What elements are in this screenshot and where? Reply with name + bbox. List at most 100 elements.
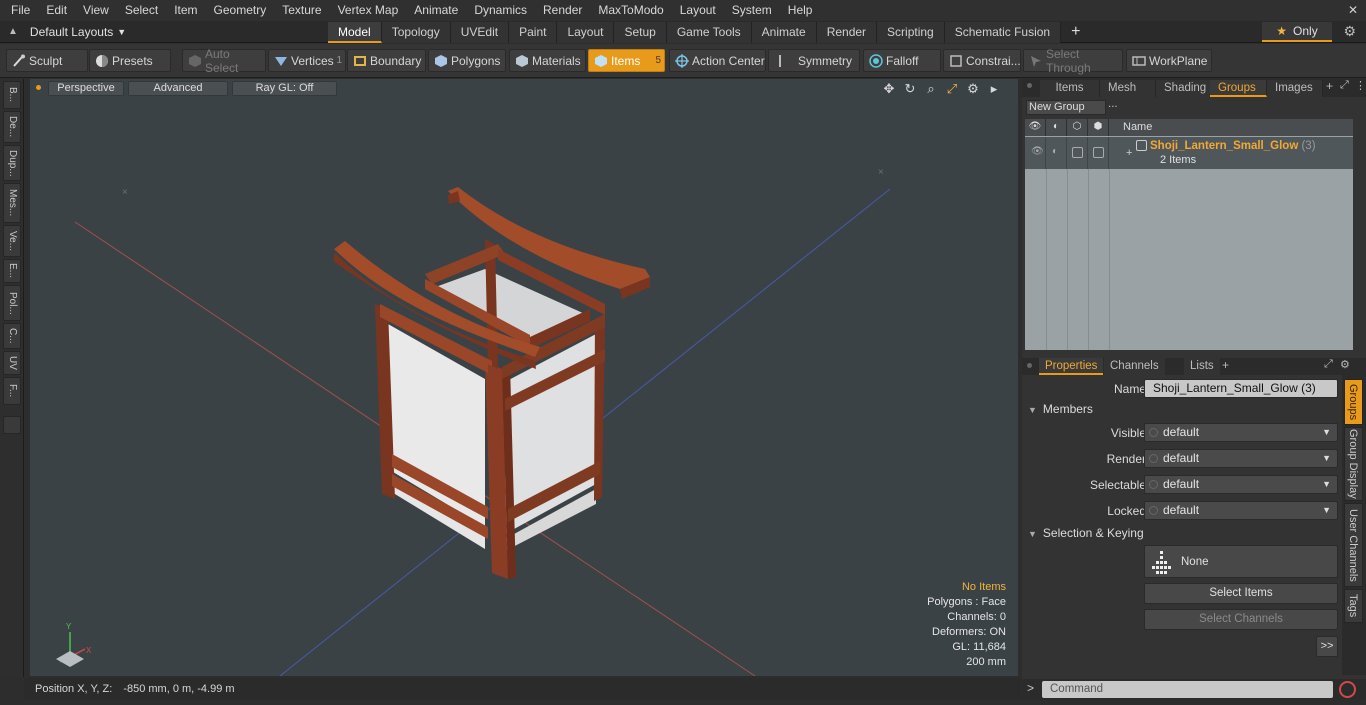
left-tab-deform[interactable]: De...: [3, 111, 21, 143]
tab-channels[interactable]: Channels: [1104, 358, 1165, 375]
vertices-button[interactable]: Vertices 1: [268, 49, 346, 72]
left-tab-extra[interactable]: [3, 416, 21, 434]
items-button[interactable]: Items 5: [588, 49, 665, 72]
menu-animate[interactable]: Animate: [406, 0, 466, 21]
viewport-menu-dot[interactable]: [36, 85, 41, 90]
menu-item[interactable]: Item: [166, 0, 205, 21]
tab-groups[interactable]: Groups: [1210, 80, 1267, 97]
select-icon[interactable]: ⬢: [1088, 119, 1109, 136]
tab-paint[interactable]: Paint: [509, 22, 558, 43]
side-tab-group-display[interactable]: Group Display: [1344, 427, 1363, 501]
menu-view[interactable]: View: [75, 0, 117, 21]
3d-viewport[interactable]: × × Y X Perspective Advanced Ray GL: Off…: [30, 79, 1018, 676]
select-through-button[interactable]: Select Through: [1023, 47, 1123, 75]
render-icon[interactable]: ◐: [1046, 119, 1067, 136]
tab-setup[interactable]: Setup: [614, 22, 667, 43]
row-lock-checkbox[interactable]: [1067, 137, 1088, 169]
tab-properties[interactable]: Properties: [1039, 358, 1104, 375]
tab-lists[interactable]: Lists: [1184, 358, 1220, 375]
name-field[interactable]: Shoji_Lantern_Small_Glow (3): [1144, 379, 1338, 398]
menu-layout[interactable]: Layout: [672, 0, 724, 21]
tab-mesh[interactable]: Mesh ...: [1100, 80, 1156, 110]
left-tab-edge[interactable]: E...: [3, 259, 21, 283]
selectable-dropdown[interactable]: default ▼: [1144, 475, 1338, 494]
lock-icon[interactable]: ⬡: [1067, 119, 1088, 136]
left-tab-curve[interactable]: C...: [3, 323, 21, 349]
left-tab-uv[interactable]: UV: [3, 351, 21, 375]
tab-topology[interactable]: Topology: [381, 22, 451, 43]
command-input[interactable]: Command: [1042, 681, 1333, 698]
symmetry-button[interactable]: Symmetry: [768, 49, 860, 72]
left-tab-duplicate[interactable]: Dup...: [3, 145, 21, 181]
locked-dropdown[interactable]: default ▼: [1144, 501, 1338, 520]
expand-properties-icon[interactable]: ⤢: [1324, 358, 1333, 371]
left-tab-b[interactable]: B...: [3, 81, 21, 109]
sculpt-button[interactable]: Sculpt: [6, 49, 88, 72]
action-center-button[interactable]: Action Center: [669, 49, 766, 72]
add-tab-icon[interactable]: +: [1326, 79, 1333, 93]
move-view-icon[interactable]: ✥: [881, 81, 897, 97]
side-tab-user-channels[interactable]: User Channels: [1344, 503, 1363, 587]
menu-geometry[interactable]: Geometry: [206, 0, 275, 21]
tab-model[interactable]: Model: [328, 22, 382, 43]
keying-none-button[interactable]: None: [1144, 545, 1338, 578]
add-tab-icon[interactable]: +: [1061, 22, 1090, 43]
menu-edit[interactable]: Edit: [38, 0, 75, 21]
shading-button[interactable]: Advanced: [128, 81, 228, 96]
tab-images[interactable]: Images: [1267, 80, 1323, 97]
layout-selector[interactable]: ▲ Default Layouts ▼: [8, 21, 126, 43]
auto-select-button[interactable]: Auto Select: [182, 47, 266, 75]
group-row[interactable]: 👁 ◐ + Shoji_Lantern_Small_Glow (3) 2 Ite…: [1025, 137, 1353, 169]
maximize-icon[interactable]: ⤢: [944, 81, 960, 97]
left-tab-polygon[interactable]: Pol...: [3, 285, 21, 321]
menu-dynamics[interactable]: Dynamics: [466, 0, 535, 21]
tab-items[interactable]: Items: [1040, 80, 1100, 97]
boundary-button[interactable]: Boundary: [347, 49, 426, 72]
panel-menu-dot[interactable]: [1027, 83, 1032, 88]
side-tab-tags[interactable]: Tags: [1344, 589, 1363, 623]
menu-select[interactable]: Select: [117, 0, 166, 21]
scene-canvas[interactable]: × × Y X: [30, 79, 1018, 676]
add-properties-tab-icon[interactable]: +: [1222, 358, 1229, 372]
tab-uvedit[interactable]: UVEdit: [450, 22, 510, 43]
presets-button[interactable]: Presets: [89, 49, 171, 72]
tab-scripting[interactable]: Scripting: [877, 22, 945, 43]
properties-menu-dot[interactable]: [1027, 363, 1032, 368]
menu-vertex-map[interactable]: Vertex Map: [330, 0, 407, 21]
polygons-button[interactable]: Polygons: [428, 49, 506, 72]
tab-shading[interactable]: Shading: [1156, 80, 1214, 97]
rotate-view-icon[interactable]: ↻: [902, 81, 918, 97]
menu-texture[interactable]: Texture: [274, 0, 329, 21]
raygl-button[interactable]: Ray GL: Off: [232, 81, 337, 96]
tab-animate[interactable]: Animate: [751, 22, 817, 43]
expand-plus-icon[interactable]: +: [1126, 147, 1132, 159]
record-icon[interactable]: [1339, 681, 1356, 698]
new-group-button[interactable]: New Group: [1026, 100, 1106, 115]
visibility-eye-icon[interactable]: 👁: [1025, 119, 1046, 136]
left-tab-fusion[interactable]: F...: [3, 377, 21, 405]
materials-button[interactable]: Materials: [509, 49, 586, 72]
menu-file[interactable]: File: [0, 0, 38, 21]
render-dropdown[interactable]: default ▼: [1144, 449, 1338, 468]
view-type-button[interactable]: Perspective: [48, 81, 124, 96]
more-icon[interactable]: ⋮: [1355, 79, 1366, 92]
side-tab-groups[interactable]: Groups: [1344, 379, 1363, 425]
left-tab-vertex[interactable]: Ve...: [3, 225, 21, 257]
falloff-button[interactable]: Falloff: [863, 49, 941, 72]
constraints-button[interactable]: Constrai...: [943, 49, 1021, 72]
menu-help[interactable]: Help: [780, 0, 821, 21]
menu-system[interactable]: System: [724, 0, 780, 21]
row-visibility-eye-icon[interactable]: 👁: [1025, 137, 1046, 169]
left-tab-mesh[interactable]: Mes...: [3, 183, 21, 223]
tab-layout[interactable]: Layout: [557, 22, 615, 43]
gear-icon[interactable]: ⚙: [1343, 23, 1356, 40]
visible-dropdown[interactable]: default ▼: [1144, 423, 1338, 442]
menu-render[interactable]: Render: [535, 0, 590, 21]
tab-game-tools[interactable]: Game Tools: [666, 22, 752, 43]
close-icon[interactable]: ✕: [1348, 0, 1358, 21]
selection-keying-section[interactable]: ▼ Selection & Keying: [1028, 526, 1144, 540]
members-section[interactable]: ▼ Members: [1028, 402, 1093, 416]
properties-gear-icon[interactable]: ⚙: [1340, 358, 1350, 371]
zoom-icon[interactable]: ⌕: [923, 81, 939, 97]
workplane-button[interactable]: WorkPlane: [1126, 49, 1212, 72]
